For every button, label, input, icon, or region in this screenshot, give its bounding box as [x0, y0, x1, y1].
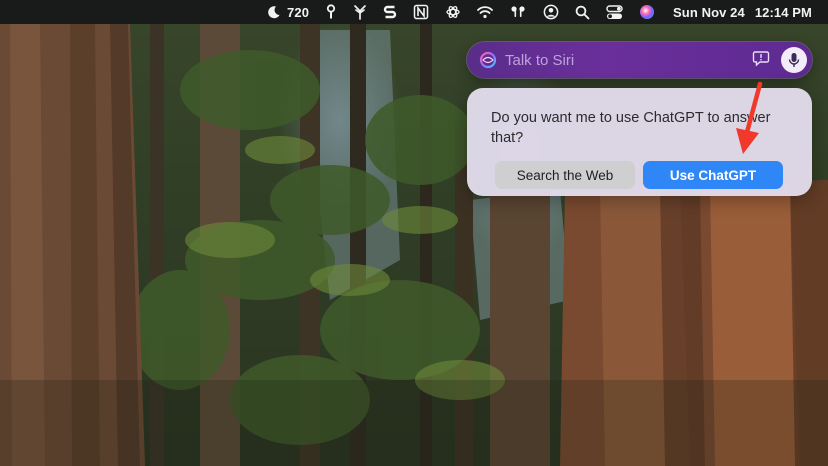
user-menu-item[interactable]	[535, 0, 567, 24]
user-icon	[543, 4, 559, 20]
notion-menu-item[interactable]	[405, 0, 437, 24]
search-icon	[575, 5, 590, 19]
chat-bubble-icon[interactable]	[752, 49, 770, 67]
notion-icon	[413, 4, 429, 20]
weather-status[interactable]: 720	[259, 0, 317, 24]
moon-icon	[268, 6, 280, 19]
airpods-menu-item[interactable]	[501, 0, 535, 24]
red-arrow-annotation	[736, 81, 763, 154]
chatgpt-menu-item[interactable]	[437, 0, 469, 24]
search-the-web-button[interactable]: Search the Web	[495, 161, 635, 189]
spotlight-menu-item[interactable]	[567, 0, 598, 24]
airpods-icon	[511, 6, 525, 17]
siri-mic-button[interactable]	[781, 47, 807, 73]
use-chatgpt-button[interactable]: Use ChatGPT	[643, 161, 783, 189]
microphone-icon	[788, 53, 800, 67]
wifi-menu-item[interactable]	[469, 0, 501, 24]
menu-bar-clock[interactable]: Sun Nov 24 12:14 PM	[663, 0, 812, 24]
control-center-icon	[606, 4, 623, 19]
weather-value: 720	[287, 4, 310, 20]
siri-menu-item[interactable]	[631, 0, 663, 24]
scrivener-menu-item[interactable]	[375, 0, 405, 24]
pin-icon	[326, 4, 336, 19]
siri-input[interactable]	[505, 48, 745, 72]
pin-menu-item[interactable]	[317, 0, 345, 24]
fork-menu-item[interactable]	[345, 0, 375, 24]
clock-time: 12:14 PM	[754, 4, 812, 20]
scrivener-s-icon	[383, 5, 397, 19]
fork-icon	[354, 5, 366, 20]
siri-orb-icon	[479, 51, 497, 69]
chatgpt-icon	[446, 5, 460, 19]
control-center-menu-item[interactable]	[598, 0, 631, 24]
wifi-icon	[477, 6, 493, 19]
clock-date: Sun Nov 24	[673, 4, 745, 20]
siri-icon	[640, 5, 655, 19]
menu-bar: 720 Sun Nov 24 12:14 PM	[0, 0, 828, 24]
